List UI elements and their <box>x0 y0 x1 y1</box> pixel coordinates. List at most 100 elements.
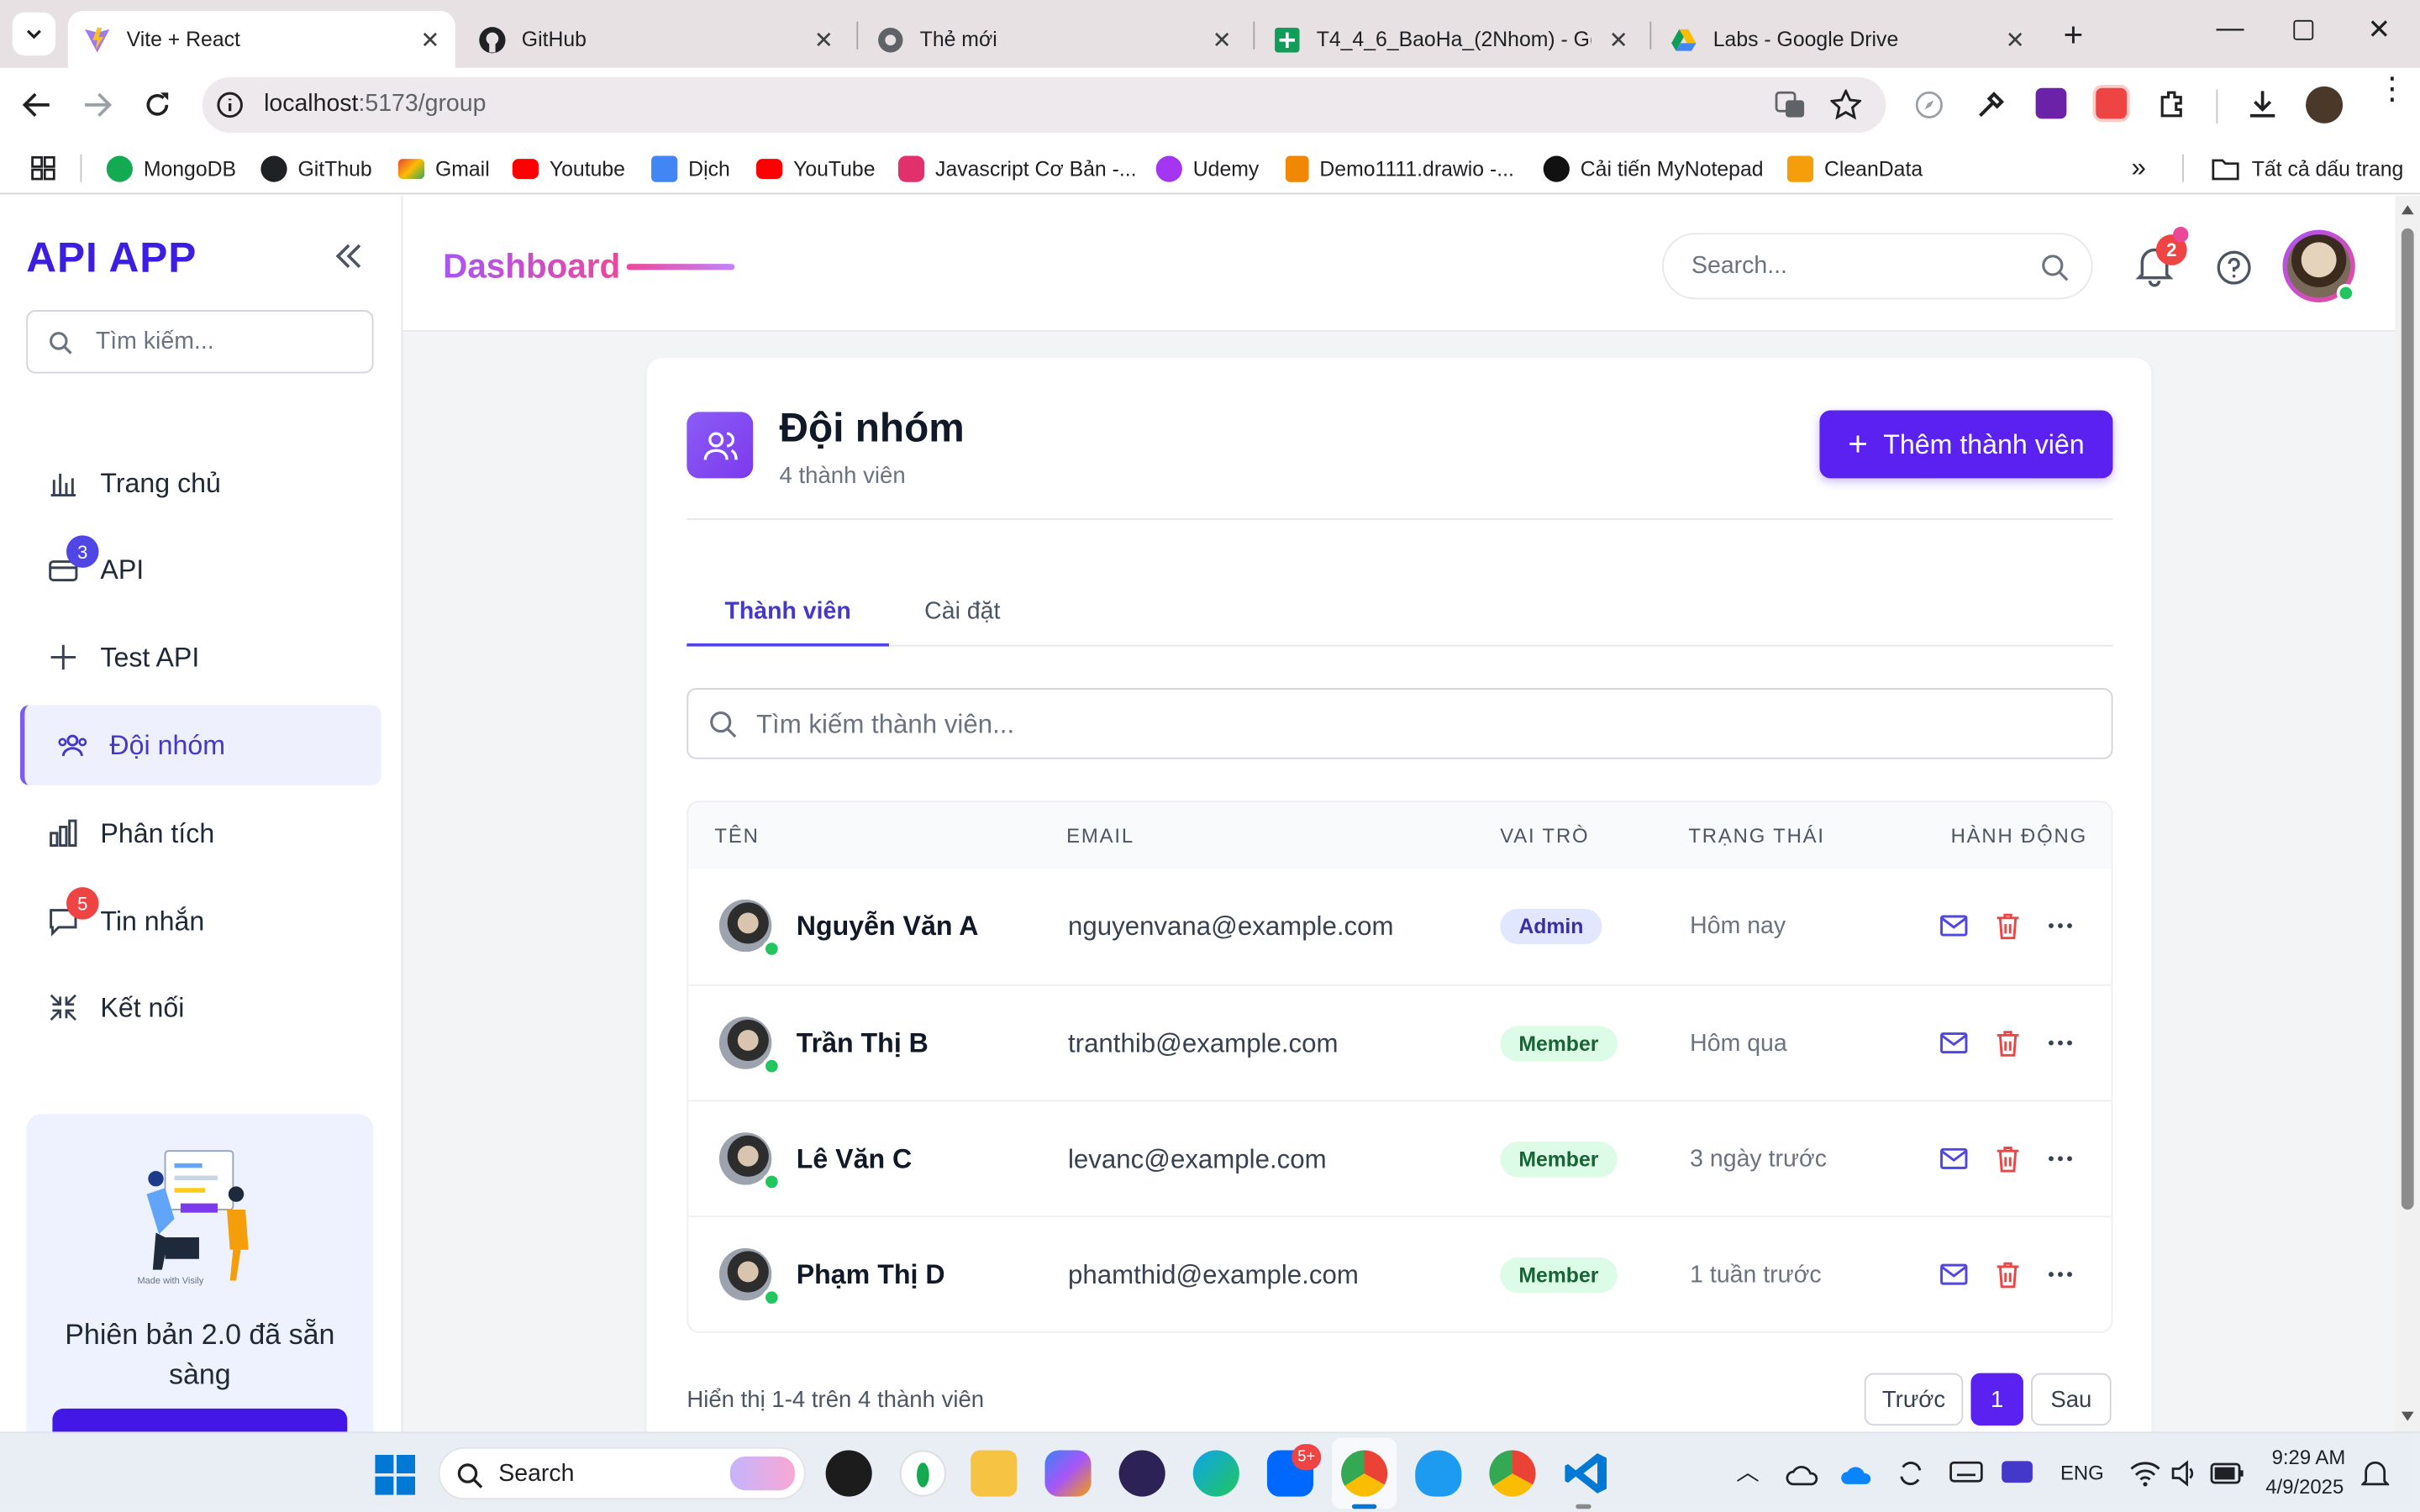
header-search-input[interactable]: Search... <box>1662 233 2093 300</box>
more-horizontal-icon[interactable] <box>2045 1027 2076 1058</box>
table-row[interactable]: Trần Thị B tranthib@example.com Member H… <box>688 984 2112 1100</box>
mail-icon[interactable] <box>1939 1027 1970 1058</box>
chrome-icon[interactable] <box>1341 1450 1388 1497</box>
back-arrow-icon[interactable] <box>22 91 53 118</box>
download-icon[interactable] <box>2247 88 2278 119</box>
bookmark-github[interactable]: GitThub <box>260 142 372 194</box>
tab-google-drive[interactable]: Labs - Google Drive ✕ <box>1655 11 2040 68</box>
clock-time[interactable]: 9:29 AM <box>2272 1446 2346 1469</box>
sidebar-item-analytics[interactable]: Phân tích <box>20 793 381 874</box>
window-close-icon[interactable]: ✕ <box>2367 14 2391 47</box>
tab-google-sheets[interactable]: T4_4_6_BaoHa_(2Nhom) - Goog ✕ <box>1258 11 1644 68</box>
sidebar-search-input[interactable]: Tìm kiếm... <box>26 310 374 374</box>
page-scrollbar[interactable] <box>2395 196 2420 1432</box>
extension-compass-icon[interactable] <box>1914 90 1945 121</box>
extensions-puzzle-icon[interactable] <box>2158 88 2189 119</box>
sidebar-item-home[interactable]: Trang chủ <box>20 443 381 523</box>
close-icon[interactable]: ✕ <box>814 26 834 54</box>
eyedropper-icon[interactable] <box>1975 90 2007 121</box>
restore-icon[interactable] <box>2293 19 2314 40</box>
sidebar-item-team[interactable]: Đội nhóm <box>19 705 381 785</box>
sidebar-item-messages[interactable]: 5 Tin nhắn <box>20 881 381 962</box>
bookmark-youtube-2[interactable]: YouTube <box>755 142 876 194</box>
close-icon[interactable]: ✕ <box>1213 26 1232 54</box>
new-tab-plus-icon[interactable]: + <box>2064 15 2084 55</box>
windows-start-icon[interactable] <box>375 1455 416 1495</box>
taskbar-search-input[interactable]: Search <box>438 1446 806 1500</box>
bookmark-cleandata[interactable]: CleanData <box>1786 142 1923 194</box>
meet-now-icon[interactable] <box>2000 1460 2033 1484</box>
onedrive-icon[interactable] <box>1839 1461 1873 1485</box>
sync-icon[interactable] <box>1895 1458 1926 1489</box>
eclipse-icon[interactable] <box>1118 1450 1165 1497</box>
clock-date[interactable]: 4/9/2025 <box>2265 1475 2344 1499</box>
bookmark-mongodb[interactable]: MongoDB <box>106 142 236 194</box>
obs-icon[interactable] <box>825 1450 872 1497</box>
copilot-icon[interactable] <box>1044 1450 1092 1497</box>
tab-new-tab[interactable]: Thẻ mới ✕ <box>861 11 1247 68</box>
pagination-next-button[interactable]: Sau <box>2031 1373 2112 1426</box>
collapse-sidebar-icon[interactable] <box>334 242 365 270</box>
extension-graphql-icon[interactable] <box>2035 87 2067 119</box>
site-info-icon[interactable] <box>216 91 244 118</box>
kebab-menu-icon[interactable]: ⋮ <box>2377 74 2408 105</box>
extension-video-icon[interactable] <box>2092 85 2130 123</box>
more-horizontal-icon[interactable] <box>2045 1259 2076 1290</box>
minimize-icon[interactable]: — <box>2217 13 2244 45</box>
trash-icon[interactable] <box>1992 1143 2023 1174</box>
trash-icon[interactable] <box>1992 1259 2023 1290</box>
close-icon[interactable]: ✕ <box>2006 26 2025 54</box>
table-row[interactable]: Lê Văn C levanc@example.com Member 3 ngà… <box>688 1100 2112 1216</box>
keyboard-icon[interactable] <box>1949 1460 1983 1484</box>
chrome-profile-icon[interactable] <box>1489 1450 1536 1497</box>
cloud-icon[interactable] <box>1786 1461 1819 1486</box>
bookmark-mynotepad[interactable]: Cải tiến MyNotepad <box>1543 142 1764 194</box>
mongodb-compass-icon[interactable] <box>899 1450 946 1497</box>
bookmark-udemy[interactable]: Udemy <box>1155 142 1259 194</box>
file-explorer-icon[interactable] <box>971 1450 1018 1497</box>
wifi-icon[interactable] <box>2130 1460 2161 1488</box>
profile-avatar[interactable] <box>2306 86 2344 123</box>
scroll-up-arrow-icon[interactable] <box>2401 205 2414 215</box>
tab-search-button[interactable] <box>12 12 56 56</box>
pagination-page-1[interactable]: 1 <box>1970 1373 2023 1426</box>
apps-grid-icon[interactable] <box>31 155 55 181</box>
member-search-input[interactable]: Tìm kiếm thành viên... <box>687 688 2113 759</box>
table-row[interactable]: Phạm Thị D phamthid@example.com Member 1… <box>688 1215 2112 1331</box>
tab-github[interactable]: GitHub ✕ <box>463 11 849 68</box>
sidebar-item-connect[interactable]: Kết nối <box>20 968 381 1048</box>
chevron-up-icon[interactable]: ︿ <box>1736 1455 1760 1488</box>
mail-icon[interactable] <box>1939 911 1970 942</box>
sidebar-item-api[interactable]: 3 API <box>20 529 381 610</box>
bookmark-star-icon[interactable] <box>1830 89 1862 121</box>
promo-button[interactable] <box>52 1408 348 1432</box>
add-member-button[interactable]: + Thêm thành viên <box>1819 410 2113 479</box>
volume-icon[interactable] <box>2170 1460 2197 1488</box>
tab-vite-react[interactable]: Vite + React ✕ <box>67 10 455 68</box>
trash-icon[interactable] <box>1992 1027 2023 1058</box>
mail-icon[interactable] <box>1939 1259 1970 1290</box>
bookmark-drawio[interactable]: Demo1111.drawio -... <box>1285 142 1514 194</box>
vscode-icon[interactable] <box>1564 1450 1610 1496</box>
address-bar[interactable]: localhost:5173/group <box>202 76 1886 133</box>
pagination-prev-button[interactable]: Trước <box>1864 1373 1964 1426</box>
battery-icon[interactable] <box>2210 1462 2244 1484</box>
bookmark-javascript[interactable]: Javascript Cơ Bản -... <box>897 142 1137 194</box>
help-icon[interactable] <box>2217 250 2252 286</box>
bookmark-gmail[interactable]: Gmail <box>397 142 490 194</box>
close-icon[interactable]: ✕ <box>420 26 439 54</box>
search-icon[interactable] <box>2040 253 2070 282</box>
table-row[interactable]: Nguyễn Văn A nguyenvana@example.com Admi… <box>688 869 2111 984</box>
tab-settings[interactable]: Cài đặt <box>924 599 1000 627</box>
trash-icon[interactable] <box>1992 911 2023 942</box>
sidebar-item-test-api[interactable]: Test API <box>20 617 381 698</box>
mail-icon[interactable] <box>1939 1143 1970 1174</box>
more-bookmarks-icon[interactable]: » <box>2131 153 2145 184</box>
elephant-app-icon[interactable] <box>1415 1450 1462 1497</box>
edge-icon[interactable] <box>1192 1450 1239 1497</box>
scrollbar-thumb[interactable] <box>2401 228 2414 1210</box>
forward-arrow-icon[interactable] <box>82 91 113 118</box>
scroll-down-arrow-icon[interactable] <box>2401 1411 2414 1421</box>
translate-icon[interactable] <box>1775 91 1806 118</box>
input-language[interactable]: ENG <box>2060 1461 2104 1484</box>
